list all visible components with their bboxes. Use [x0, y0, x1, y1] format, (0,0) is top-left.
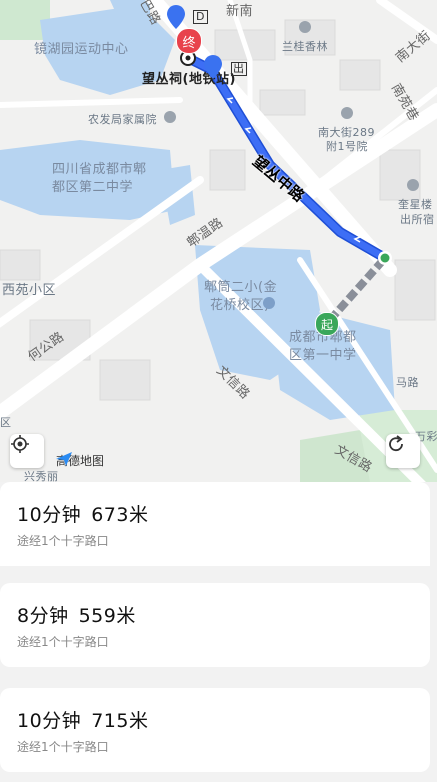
map-label-kuixing: 奎星楼 — [398, 198, 433, 211]
map-label-pitong-b: 花桥校区) — [210, 298, 270, 313]
entrance-tag: D — [193, 10, 208, 24]
route-detail: 途经1个十字路口 — [17, 534, 109, 548]
refresh-icon — [389, 435, 403, 452]
refresh-button[interactable] — [386, 434, 420, 468]
map-label-jinghu: 镜湖园运动中心 — [34, 42, 129, 57]
school-icon — [263, 297, 275, 309]
map-label-guishan: 兰桂香林 — [282, 40, 328, 53]
route-distance: 673米 — [91, 504, 149, 526]
map-label-xingxiu: 兴秀丽 — [24, 470, 59, 482]
route-time: 8分钟 — [17, 605, 69, 627]
route-time: 10分钟 — [17, 710, 82, 732]
station-pin-icon[interactable] — [203, 54, 223, 80]
map-label-agri: 农发局家属院 — [88, 113, 157, 126]
poi-icon — [164, 111, 176, 123]
route-detail: 途经1个十字路口 — [17, 740, 109, 754]
map-label-pidu1b: 区第一中学 — [289, 348, 357, 363]
map-view[interactable]: 镜湖园运动中心 望丛祠(地铁站) 出 D 兰桂香林 农发局家属院 四川省成都市郫… — [0, 0, 437, 482]
road-xinnan: 新南 — [226, 4, 254, 19]
map-label-pidu2b: 都区第二中学 — [52, 180, 134, 195]
map-label-kuixing-b: 出所宿 — [400, 213, 435, 226]
route-distance: 715米 — [91, 710, 149, 732]
route-list: 10分钟 673米 途经1个十字路口 8分钟 559米 途经1个十字路口 10分钟 7… — [0, 482, 437, 782]
map-label-pitong: 郫筒二小(金 — [204, 280, 278, 295]
route-option-3[interactable]: 10分钟 715米 途经1个十字路口 — [0, 688, 430, 772]
brand-logo: 高德地图 — [56, 452, 104, 469]
route-distance: 559米 — [78, 605, 136, 627]
end-marker[interactable]: 终 — [176, 28, 202, 54]
poi-icon — [407, 179, 419, 191]
route-option-1[interactable]: 10分钟 673米 途经1个十字路口 — [0, 482, 430, 566]
map-label-pidu2: 四川省成都市郫 — [52, 162, 147, 177]
poi-icon — [341, 107, 353, 119]
route-option-2[interactable]: 8分钟 559米 途经1个十字路口 — [0, 583, 430, 667]
start-marker[interactable]: 起 — [315, 312, 339, 336]
gaode-logo-icon — [56, 452, 72, 466]
station-pin-icon[interactable] — [166, 4, 186, 30]
map-label-xiyuan: 西苑小区 — [2, 283, 57, 298]
route-detail: 途经1个十字路口 — [17, 635, 109, 649]
map-label-zhu: 马路 — [396, 376, 419, 389]
poi-icon — [299, 21, 311, 33]
map-label-nandajie-b: 附1号院 — [326, 140, 368, 153]
exit-tag: 出 — [231, 62, 247, 76]
locate-button[interactable] — [10, 434, 44, 468]
locate-icon — [11, 435, 29, 453]
route-time: 10分钟 — [17, 504, 82, 526]
map-label-zone: 区 — [0, 416, 12, 429]
